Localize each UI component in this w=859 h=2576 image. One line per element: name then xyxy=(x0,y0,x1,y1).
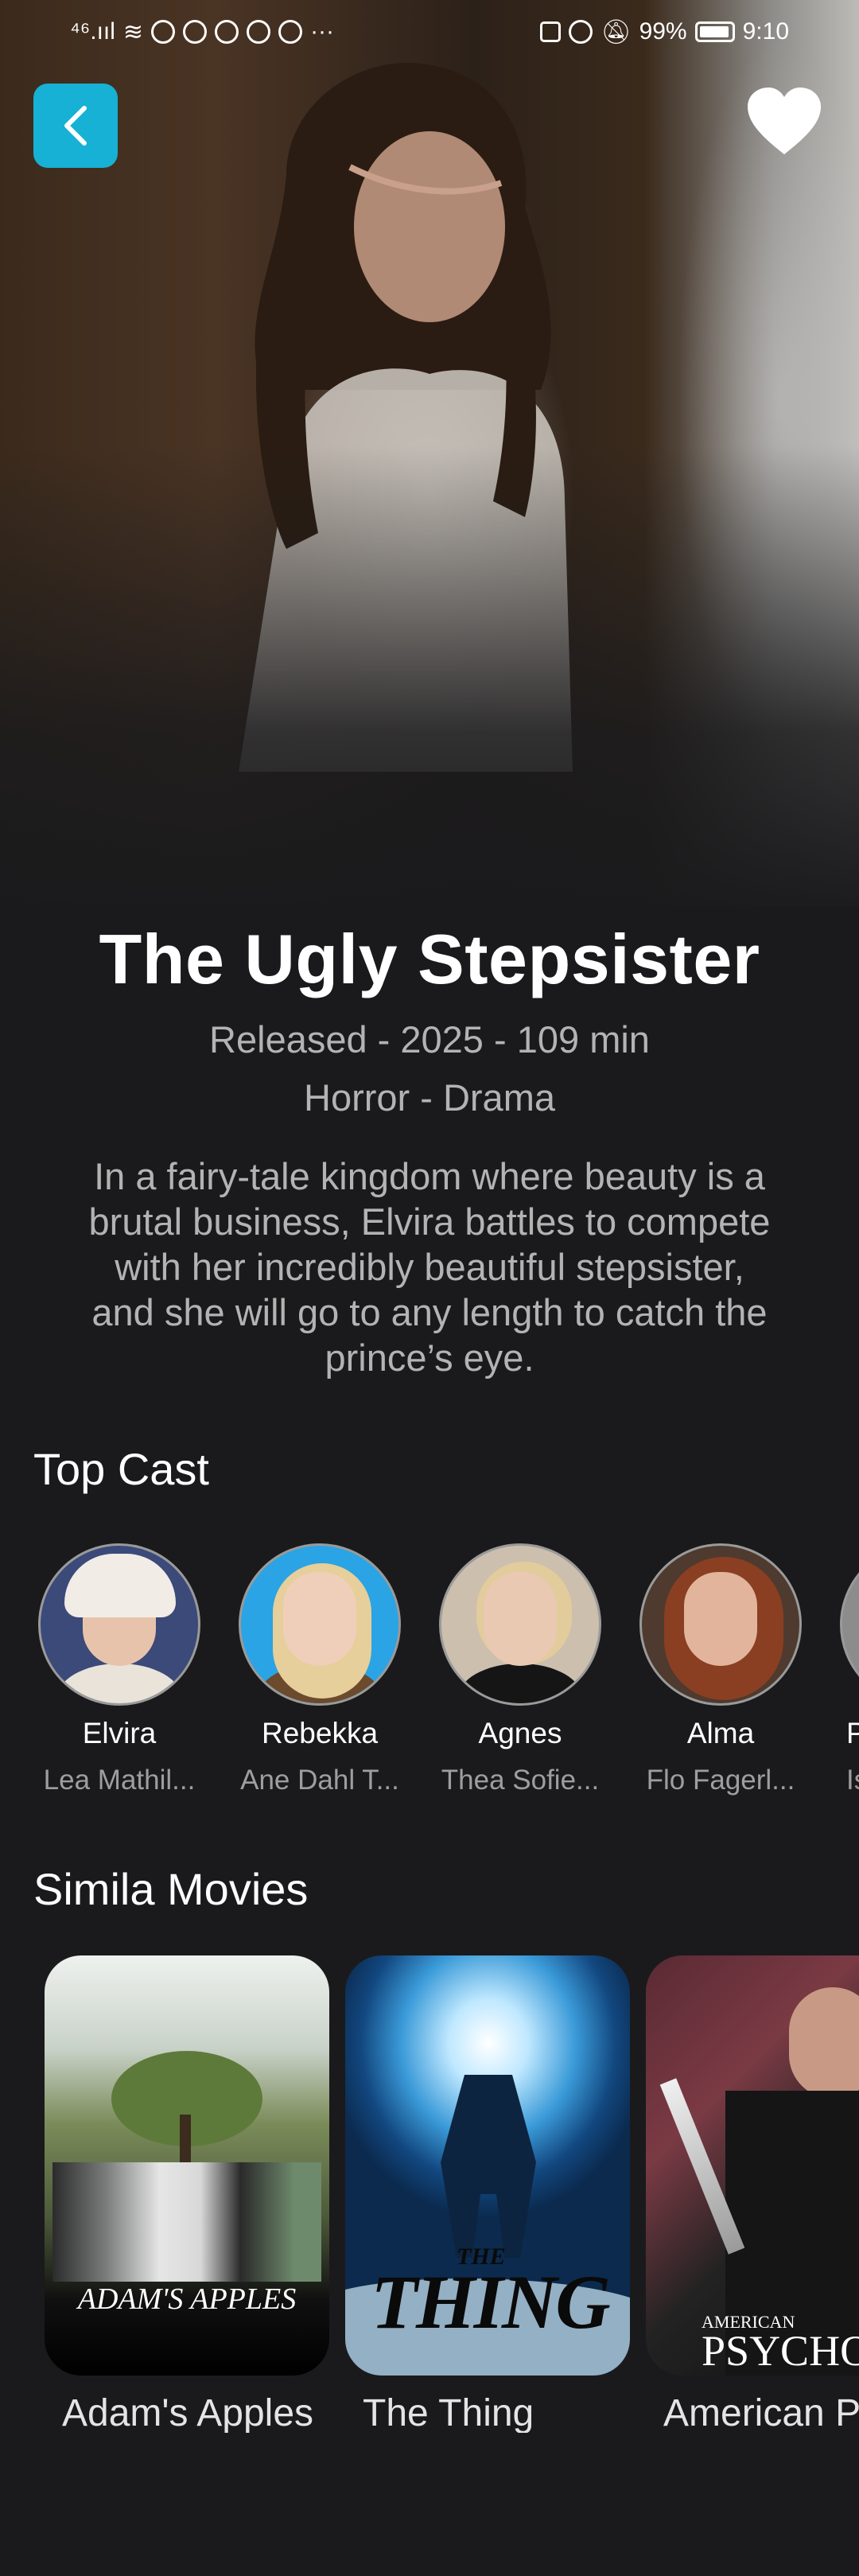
avatar xyxy=(38,1543,200,1706)
notification-icon xyxy=(151,20,176,44)
cast-actor: Ane Dahl T... xyxy=(240,1765,399,1796)
release-info: Released - 2025 - 109 min xyxy=(209,1018,650,1060)
cast-item[interactable]: Alma Flo Fagerl... xyxy=(636,1543,805,1796)
heart-icon[interactable] xyxy=(746,86,822,158)
similar-movies-list[interactable]: ADAM'S APPLES Adam's Apples THE THING Th… xyxy=(45,1955,859,2433)
avatar xyxy=(639,1543,802,1706)
clock: 9:10 xyxy=(742,18,789,45)
avatar xyxy=(840,1543,859,1706)
status-bar: ⁴⁶.ııl ≋ ··· 🔕︎ 99% 9:10 xyxy=(0,0,859,64)
movie-poster: AMERICAN PSYCHO xyxy=(646,1955,859,2376)
battery-percent: 99% xyxy=(639,18,687,45)
movie-card-title: American P xyxy=(663,2392,859,2433)
genres: Horror - Drama xyxy=(304,1076,555,1119)
movie-card-title: Adam's Apples xyxy=(62,2392,314,2433)
backdrop-fade xyxy=(0,446,859,923)
movie-card-title: The Thing xyxy=(363,2392,534,2433)
top-cast-heading: Top Cast xyxy=(33,1444,209,1494)
mute-icon: 🔕︎ xyxy=(601,18,632,45)
overview-line: and she will go to any length to catch t… xyxy=(91,1291,768,1333)
notification-icon xyxy=(278,20,303,44)
status-right: 🔕︎ 99% 9:10 xyxy=(540,18,789,46)
movie-card[interactable]: AMERICAN PSYCHO American P xyxy=(646,1955,859,2433)
poster-title-text: PSYCHO xyxy=(702,2327,859,2375)
cast-item[interactable]: Agnes Thea Sofie... xyxy=(436,1543,604,1796)
cast-character: Alma xyxy=(686,1717,755,1749)
more-notifications-icon: ··· xyxy=(310,18,335,45)
alarm-icon xyxy=(569,20,593,44)
chevron-left-icon xyxy=(64,106,87,146)
overview-line: with her incredibly beautiful stepsister… xyxy=(115,1246,744,1288)
whatsapp-icon xyxy=(247,20,271,44)
network-indicator: ⁴⁶.ııl xyxy=(70,18,115,45)
cast-item[interactable]: Elvira Lea Mathil... xyxy=(35,1543,204,1796)
cast-character: Elvira xyxy=(82,1717,157,1749)
cast-character: Agnes xyxy=(478,1717,562,1749)
notification-icon xyxy=(183,20,208,44)
movie-card[interactable]: THE THING The Thing xyxy=(345,1955,630,2433)
status-left: ⁴⁶.ııl ≋ ··· xyxy=(70,18,334,46)
cast-character: P xyxy=(846,1717,859,1749)
cast-item[interactable]: P Is xyxy=(837,1543,859,1796)
cast-actor: Flo Fagerl... xyxy=(646,1765,795,1796)
cast-character: Rebekka xyxy=(261,1717,379,1749)
overview-line: In a fairy-tale kingdom where beauty is … xyxy=(94,1155,765,1197)
nfc-icon xyxy=(540,21,562,42)
cast-item[interactable]: Rebekka Ane Dahl T... xyxy=(235,1543,404,1796)
cast-actor: Is xyxy=(846,1765,859,1796)
overview-line: prince’s eye. xyxy=(325,1337,534,1379)
wifi-icon: ≋ xyxy=(122,18,144,45)
movie-poster: ADAM'S APPLES xyxy=(45,1955,329,2376)
battery-icon xyxy=(694,21,735,42)
cast-actor: Lea Mathil... xyxy=(43,1765,196,1796)
avatar xyxy=(439,1543,601,1706)
avatar xyxy=(239,1543,401,1706)
check-circle-icon xyxy=(215,20,239,44)
cast-list[interactable]: Elvira Lea Mathil... Rebekka Ane Dahl T.… xyxy=(35,1543,859,1814)
movie-poster: THE THING xyxy=(345,1955,630,2376)
cast-actor: Thea Sofie... xyxy=(441,1765,600,1796)
overview-line: brutal business, Elvira battles to compe… xyxy=(88,1200,771,1243)
poster-title-text: ADAM'S APPLES xyxy=(77,2282,297,2316)
movie-card[interactable]: ADAM'S APPLES Adam's Apples xyxy=(45,1955,329,2433)
poster-title-text: THING xyxy=(371,2259,610,2344)
similar-movies-heading: Simila Movies xyxy=(33,1864,309,1914)
movie-title: The Ugly Stepsister xyxy=(99,920,760,998)
back-button[interactable] xyxy=(33,84,118,168)
overview: In a fairy-tale kingdom where beauty is … xyxy=(40,1154,819,1380)
